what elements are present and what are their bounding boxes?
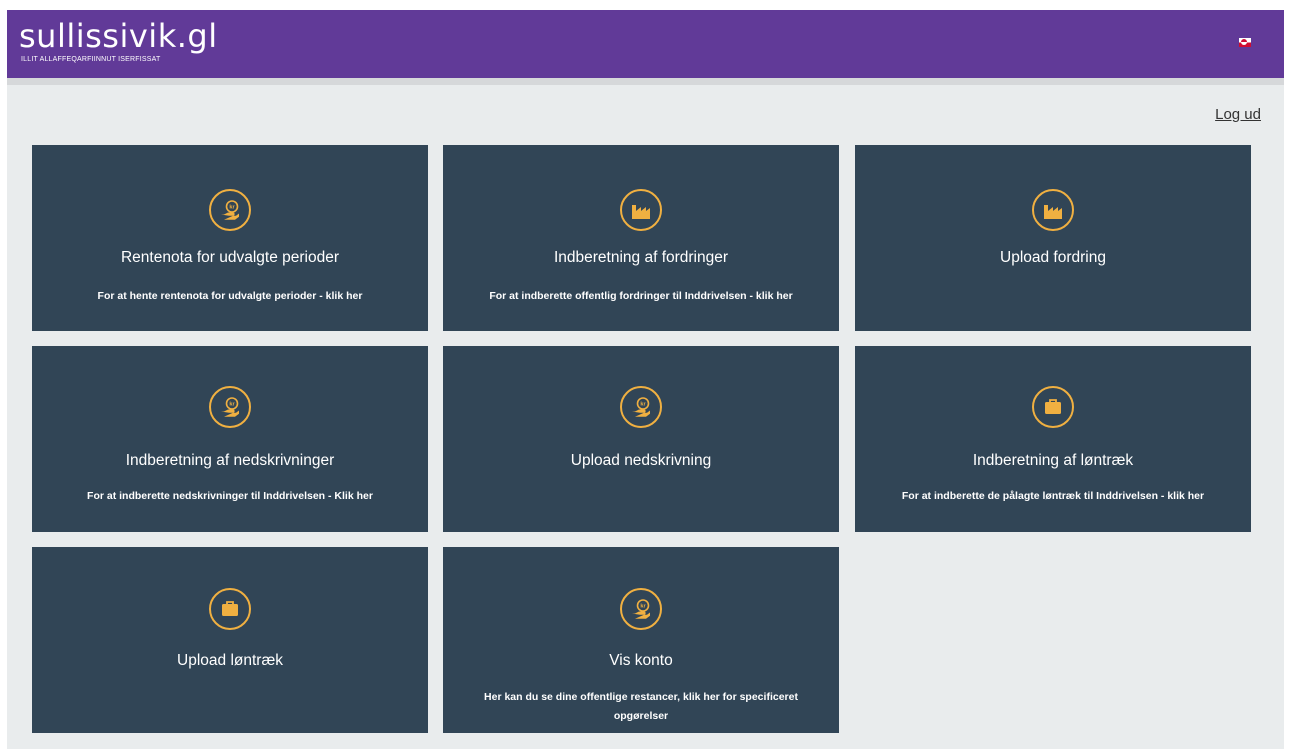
factory-icon	[620, 189, 662, 231]
site-header: sullissivik.gl ILLIT ALLAFFEQARFIINNUT I…	[7, 10, 1284, 78]
tile-description: For at hente rentenota for udvalgte peri…	[97, 290, 363, 302]
tile-vis-konto[interactable]: kr Vis konto Her kan du se dine offentli…	[443, 547, 839, 733]
briefcase-icon	[209, 588, 251, 630]
site-tagline: ILLIT ALLAFFEQARFIINNUT ISERFISSAT	[21, 56, 161, 63]
tile-title: Indberetning af løntræk	[972, 452, 1134, 469]
tile-title: Upload fordring	[1000, 249, 1106, 266]
svg-text:kr: kr	[229, 402, 235, 408]
briefcase-icon	[1032, 386, 1074, 428]
tile-title: Rentenota for udvalgte perioder	[120, 249, 339, 266]
tile-indberetning-lontraek[interactable]: Indberetning af løntræk For at indberett…	[855, 346, 1251, 532]
svg-text:kr: kr	[640, 604, 646, 610]
money-hand-icon: kr	[209, 189, 251, 231]
header-divider	[7, 78, 1284, 85]
tile-title: Indberetning af fordringer	[553, 249, 729, 266]
tile-description: For at indberette nedskrivninger til Ind…	[87, 490, 373, 502]
factory-icon	[1032, 189, 1074, 231]
tile-upload-nedskrivning[interactable]: kr Upload nedskrivning	[443, 346, 839, 532]
svg-text:kr: kr	[640, 402, 646, 408]
svg-text:kr: kr	[229, 205, 235, 211]
tile-indberetning-nedskrivninger[interactable]: kr Indberetning af nedskrivninger For at…	[32, 346, 428, 532]
tile-title: Upload løntræk	[177, 652, 283, 669]
site-logo[interactable]: sullissivik.gl	[19, 18, 218, 54]
money-hand-icon: kr	[620, 588, 662, 630]
tile-title: Vis konto	[609, 652, 673, 669]
tile-rentenota[interactable]: kr Rentenota for udvalgte perioder For a…	[32, 145, 428, 331]
tile-description: For at indberette offentlig fordringer t…	[489, 290, 793, 302]
tile-description: For at indberette de pålagte løntræk til…	[901, 490, 1205, 502]
money-hand-icon: kr	[209, 386, 251, 428]
tile-title: Indberetning af nedskrivninger	[125, 452, 335, 469]
tile-title: Upload nedskrivning	[570, 452, 712, 469]
money-hand-icon: kr	[620, 386, 662, 428]
tile-indberetning-fordringer[interactable]: Indberetning af fordringer For at indber…	[443, 145, 839, 331]
greenland-flag-icon[interactable]	[1239, 38, 1251, 47]
logout-link[interactable]: Log ud	[1215, 106, 1261, 123]
tile-description: Her kan du se dine offentlige restancer,…	[484, 691, 798, 722]
tile-upload-fordring[interactable]: Upload fordring	[855, 145, 1251, 331]
tile-upload-lontraek[interactable]: Upload løntræk	[32, 547, 428, 733]
